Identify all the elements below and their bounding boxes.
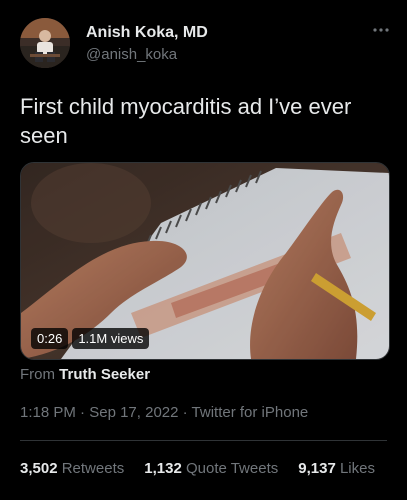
tweet-meta: 1:18 PM · Sep 17, 2022 · Twitter for iPh… <box>20 404 308 421</box>
more-horizontal-icon[interactable] <box>373 24 389 34</box>
meta-separator: · <box>182 404 188 421</box>
quote-tweets-stat[interactable]: 1,132 Quote Tweets <box>144 460 278 477</box>
video-views-badge: 1.1M views <box>72 328 150 349</box>
meta-separator: · <box>80 404 86 421</box>
quote-tweets-count: 1,132 <box>144 460 182 477</box>
tweet-time[interactable]: 1:18 PM <box>20 404 76 421</box>
media-badges: 0:26 1.1M views <box>31 328 150 349</box>
tweet-client[interactable]: Twitter for iPhone <box>192 404 309 421</box>
video-duration-badge: 0:26 <box>31 328 69 349</box>
likes-stat[interactable]: 9,137 Likes <box>298 460 375 477</box>
tweet-stats: 3,502 Retweets 1,132 Quote Tweets 9,137 … <box>20 460 375 477</box>
author-name[interactable]: Anish Koka, MD <box>86 24 208 42</box>
retweets-label: Retweets <box>61 460 125 477</box>
tweet-header: Anish Koka, MD @anish_koka <box>20 18 389 70</box>
video-player[interactable]: 0:26 1.1M views <box>20 162 390 360</box>
likes-label: Likes <box>339 460 375 477</box>
divider <box>20 440 387 441</box>
author-handle[interactable]: @anish_koka <box>86 46 177 63</box>
likes-count: 9,137 <box>298 460 336 477</box>
tweet-date[interactable]: Sep 17, 2022 <box>89 404 178 421</box>
retweets-count: 3,502 <box>20 460 58 477</box>
media-source: From Truth Seeker <box>20 366 150 383</box>
avatar[interactable] <box>20 18 70 68</box>
source-name-link[interactable]: Truth Seeker <box>59 366 150 383</box>
retweets-stat[interactable]: 3,502 Retweets <box>20 460 124 477</box>
quote-tweets-label: Quote Tweets <box>185 460 279 477</box>
source-prefix: From <box>20 366 55 383</box>
tweet-text: First child myocarditis ad I’ve ever see… <box>20 94 352 148</box>
